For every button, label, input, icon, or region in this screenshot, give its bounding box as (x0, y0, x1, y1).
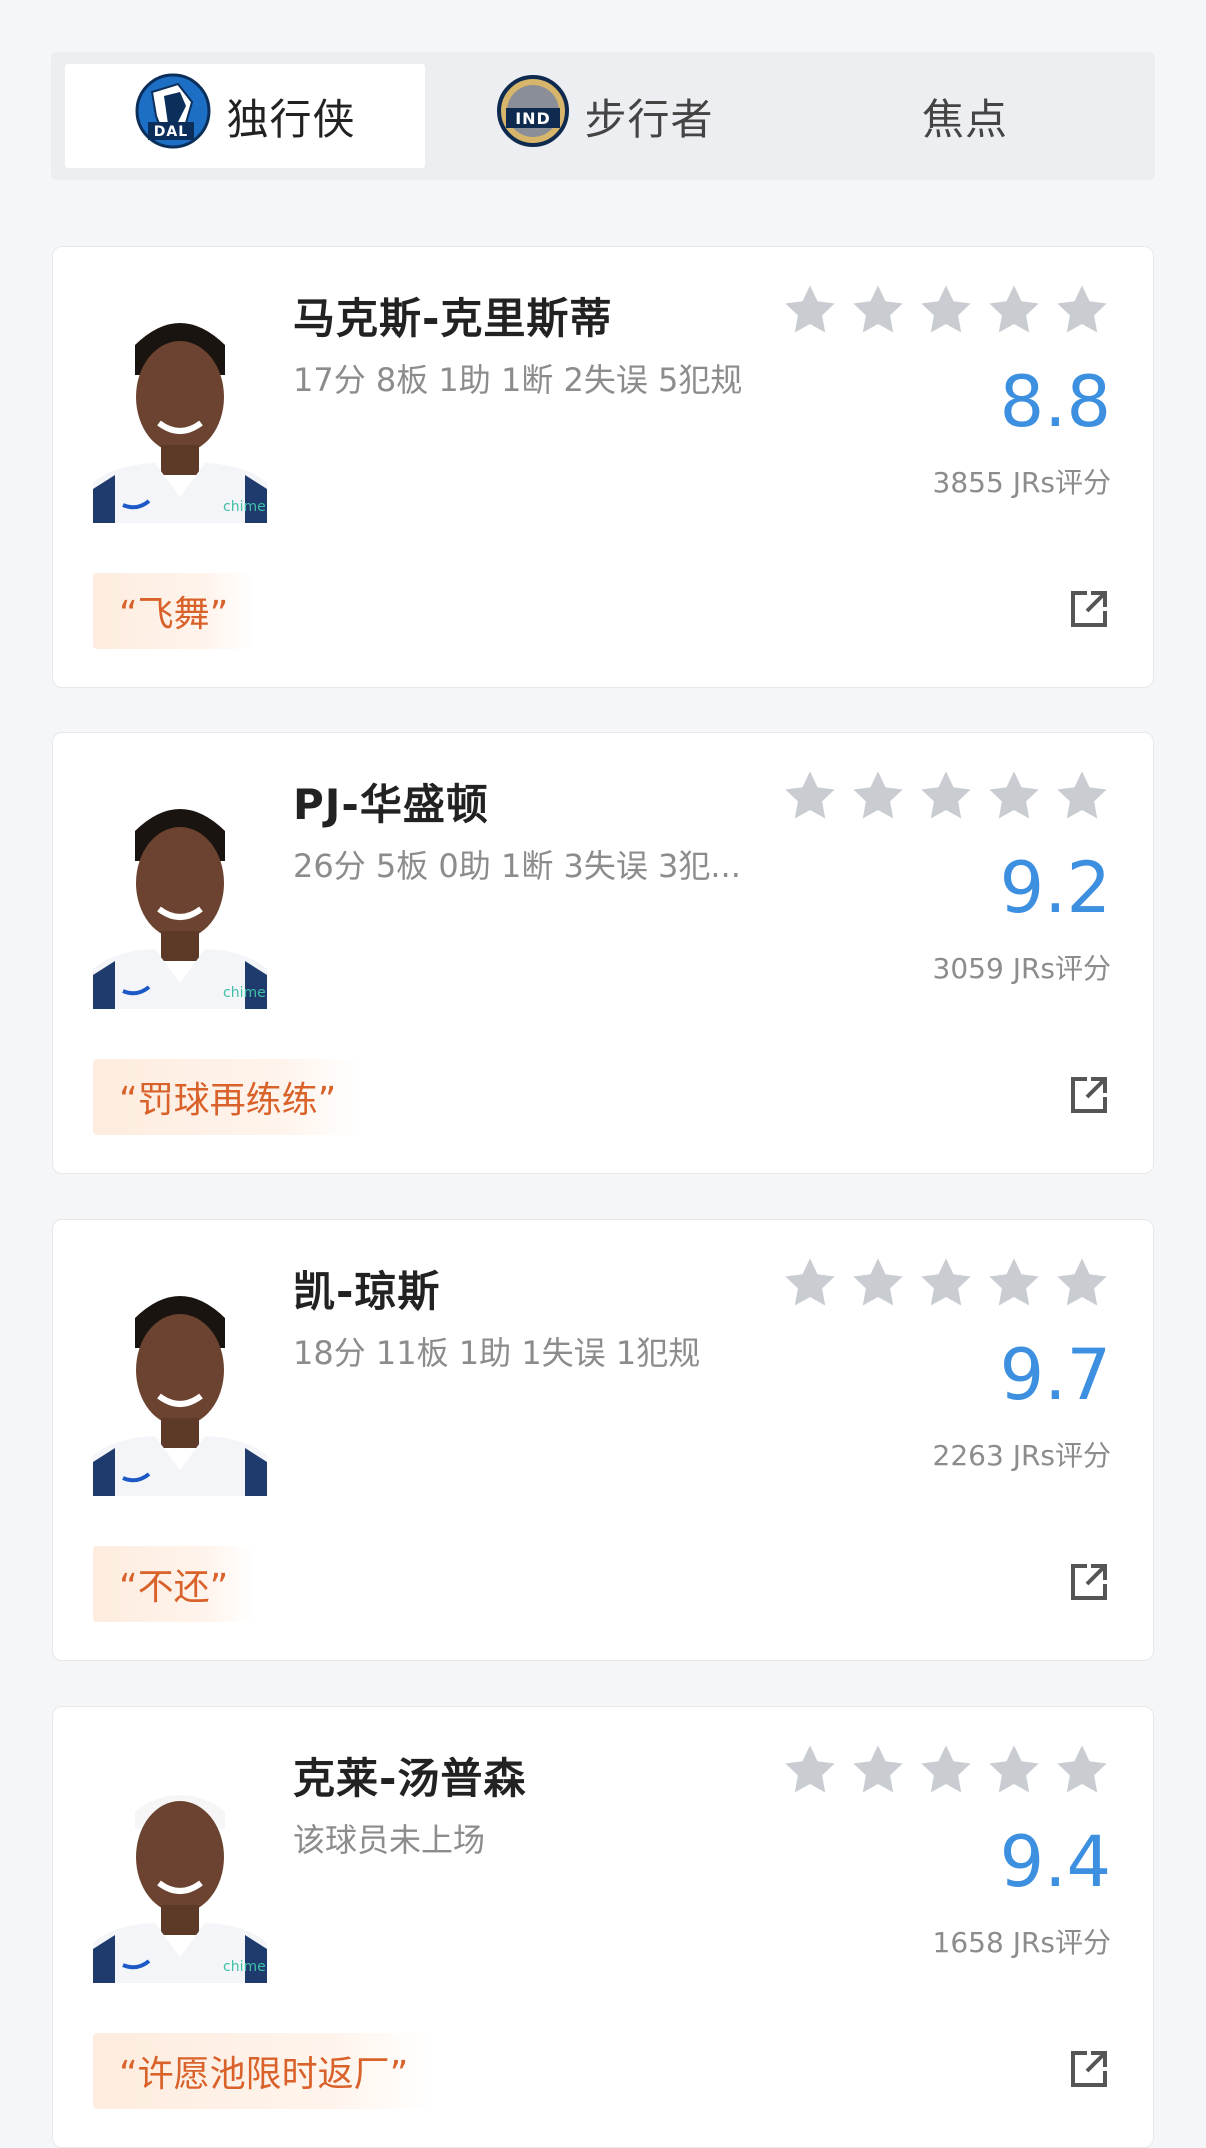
svg-text:chime: chime (223, 1959, 266, 1975)
mavericks-logo-icon: DAL (134, 72, 212, 160)
star-icon[interactable] (849, 281, 907, 343)
share-icon[interactable] (1067, 1560, 1111, 1604)
player-stats: 17分 8板 1助 1断 2失误 5犯规 (293, 361, 743, 399)
player-avatar: chime (93, 305, 267, 523)
player-stats: 26分 5板 0助 1断 3失误 3犯... (293, 847, 741, 885)
star-icon[interactable] (781, 767, 839, 829)
player-card[interactable]: 凯-琼斯 18分 11板 1助 1失误 1犯规 9.7 2263 JRs评分 “… (52, 1219, 1154, 1661)
top-comment[interactable]: “飞舞” (93, 573, 255, 649)
player-card[interactable]: chime 马克斯-克里斯蒂 17分 8板 1助 1断 2失误 5犯规 8.8 … (52, 246, 1154, 688)
rating-count: 1658 JRs评分 (932, 1926, 1111, 1959)
rating-stars[interactable] (781, 767, 1111, 829)
share-icon[interactable] (1067, 587, 1111, 631)
tab-mavericks[interactable]: DAL 独行侠 (65, 64, 425, 168)
top-comment[interactable]: “许愿池限时返厂” (93, 2033, 435, 2109)
player-avatar: chime (93, 1765, 267, 1983)
svg-text:chime: chime (223, 985, 266, 1001)
star-icon[interactable] (985, 767, 1043, 829)
rating-stars[interactable] (781, 1741, 1111, 1803)
top-comment[interactable]: “不还” (93, 1546, 255, 1622)
player-stats: 该球员未上场 (293, 1821, 486, 1859)
rating-stars[interactable] (781, 1254, 1111, 1316)
star-icon[interactable] (781, 281, 839, 343)
star-icon[interactable] (781, 1741, 839, 1803)
star-icon[interactable] (985, 1741, 1043, 1803)
svg-text:DAL: DAL (154, 124, 188, 140)
player-stats: 18分 11板 1助 1失误 1犯规 (293, 1334, 701, 1372)
star-icon[interactable] (849, 767, 907, 829)
star-icon[interactable] (917, 1254, 975, 1316)
star-icon[interactable] (917, 767, 975, 829)
svg-text:IND: IND (516, 109, 552, 128)
star-icon[interactable] (917, 281, 975, 343)
player-card[interactable]: chime 克莱-汤普森 该球员未上场 9.4 1658 JRs评分 “许愿池限… (52, 1706, 1154, 2148)
player-score: 9.7 (999, 1334, 1111, 1416)
tab-pacers[interactable]: IND 步行者 (425, 64, 785, 168)
tab-label: 步行者 (584, 94, 714, 144)
player-name: 凯-琼斯 (293, 1267, 441, 1316)
tab-focus[interactable]: 焦点 (785, 64, 1145, 168)
player-score: 8.8 (999, 361, 1111, 443)
star-icon[interactable] (849, 1254, 907, 1316)
player-avatar: chime (93, 791, 267, 1009)
player-name: PJ-华盛顿 (293, 780, 489, 829)
player-card[interactable]: chime PJ-华盛顿 26分 5板 0助 1断 3失误 3犯... 9.2 … (52, 732, 1154, 1174)
rating-count: 2263 JRs评分 (932, 1439, 1111, 1472)
rating-count: 3059 JRs评分 (932, 952, 1111, 985)
star-icon[interactable] (1053, 767, 1111, 829)
rating-count: 3855 JRs评分 (932, 466, 1111, 499)
star-icon[interactable] (985, 281, 1043, 343)
share-icon[interactable] (1067, 1073, 1111, 1117)
star-icon[interactable] (781, 1254, 839, 1316)
tab-label: 独行侠 (226, 94, 356, 144)
player-name: 克莱-汤普森 (293, 1754, 527, 1803)
tab-label: 焦点 (921, 94, 1008, 144)
star-icon[interactable] (849, 1741, 907, 1803)
star-icon[interactable] (917, 1741, 975, 1803)
pacers-logo-icon: IND (496, 74, 570, 158)
rating-stars[interactable] (781, 281, 1111, 343)
star-icon[interactable] (1053, 1254, 1111, 1316)
star-icon[interactable] (1053, 1741, 1111, 1803)
star-icon[interactable] (985, 1254, 1043, 1316)
top-comment[interactable]: “罚球再练练” (93, 1059, 363, 1135)
player-score: 9.4 (999, 1821, 1111, 1903)
team-tabs: DAL 独行侠 IND 步行者 焦点 (51, 52, 1155, 180)
share-icon[interactable] (1067, 2047, 1111, 2091)
star-icon[interactable] (1053, 281, 1111, 343)
player-score: 9.2 (999, 847, 1111, 929)
svg-text:chime: chime (223, 499, 266, 515)
player-avatar (93, 1278, 267, 1496)
player-name: 马克斯-克里斯蒂 (293, 294, 613, 343)
